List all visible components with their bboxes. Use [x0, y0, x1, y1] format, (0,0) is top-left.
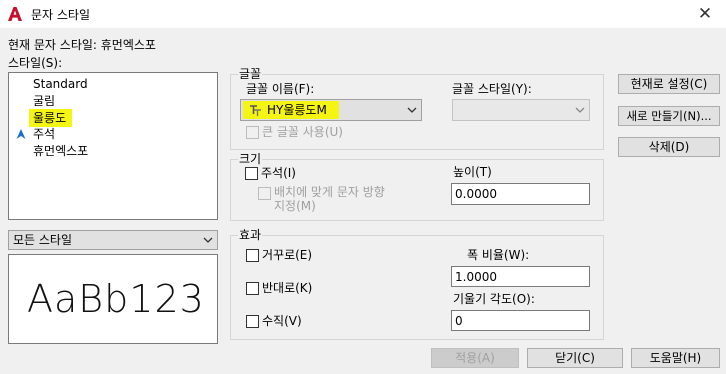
preview-text: AaBb123 [27, 277, 205, 321]
width-factor-label: 폭 비율(W): [467, 248, 530, 262]
list-item[interactable]: 휴먼엑스포 [31, 143, 90, 159]
truetype-font-icon [250, 105, 261, 116]
chevron-down-icon [203, 237, 213, 243]
annotative-label: 주석(I) [261, 166, 296, 180]
autocad-a-icon [8, 7, 22, 21]
height-input[interactable] [451, 183, 590, 205]
chevron-down-icon [575, 107, 585, 113]
font-style-label: 글꼴 스타일(Y): [452, 82, 532, 96]
font-group-title: 글꼴 [238, 67, 263, 81]
use-bigfont-checkbox[interactable] [246, 126, 259, 139]
list-item-selected[interactable]: 울릉도 [29, 109, 73, 127]
preview-box: AaBb123 [8, 254, 218, 344]
apply-button[interactable]: 적용(A) [431, 348, 519, 368]
height-label: 높이(T) [453, 165, 492, 179]
upside-down-label: 거꾸로(E) [262, 248, 313, 262]
style-filter-value: 모든 스타일 [13, 233, 73, 247]
match-orientation-checkbox[interactable] [258, 187, 271, 200]
current-style-label: 현재 문자 스타일: 휴먼엑스포 [8, 38, 156, 52]
chevron-down-icon [407, 107, 417, 113]
close-icon[interactable]: ✕ [688, 2, 722, 26]
oblique-angle-input[interactable] [451, 310, 590, 331]
list-item[interactable]: Standard [31, 76, 90, 92]
list-item[interactable]: 주석 [31, 126, 57, 142]
vertical-label: 수직(V) [262, 314, 302, 328]
annotative-checkbox[interactable] [245, 167, 258, 180]
annotative-scale-icon [16, 129, 26, 139]
set-current-button[interactable]: 현재로 설정(C) [618, 74, 720, 94]
use-bigfont-label: 큰 글꼴 사용(U) [262, 125, 343, 139]
font-name-value: HY울릉도M [267, 103, 327, 117]
match-orientation-label-2: 지정(M) [274, 199, 316, 213]
font-style-select[interactable] [452, 99, 590, 121]
font-name-label: 글꼴 이름(F): [246, 82, 315, 96]
oblique-angle-label: 기울기 각도(O): [453, 292, 535, 306]
styles-label: 스타일(S): [8, 56, 63, 70]
delete-style-button[interactable]: 삭제(D) [618, 137, 720, 157]
help-button[interactable]: 도움말(H) [631, 348, 720, 368]
title-bar [0, 0, 726, 28]
effects-group-title: 효과 [238, 228, 263, 242]
window-title: 문자 스타일 [31, 8, 91, 22]
styles-listbox[interactable]: Standard 굴림 울릉도 주석 휴먼엑스포 [8, 72, 218, 220]
size-group-title: 크기 [238, 152, 263, 166]
list-item[interactable]: 굴림 [31, 93, 57, 109]
close-button[interactable]: 닫기(C) [527, 348, 623, 368]
backwards-label: 반대로(K) [262, 281, 313, 295]
font-name-select[interactable]: HY울릉도M [240, 99, 422, 121]
vertical-checkbox[interactable] [246, 315, 259, 328]
upside-down-checkbox[interactable] [246, 249, 259, 262]
new-style-button[interactable]: 새로 만들기(N)... [618, 106, 720, 126]
width-factor-input[interactable] [451, 266, 590, 287]
style-filter-select[interactable]: 모든 스타일 [8, 230, 218, 250]
backwards-checkbox[interactable] [246, 282, 259, 295]
